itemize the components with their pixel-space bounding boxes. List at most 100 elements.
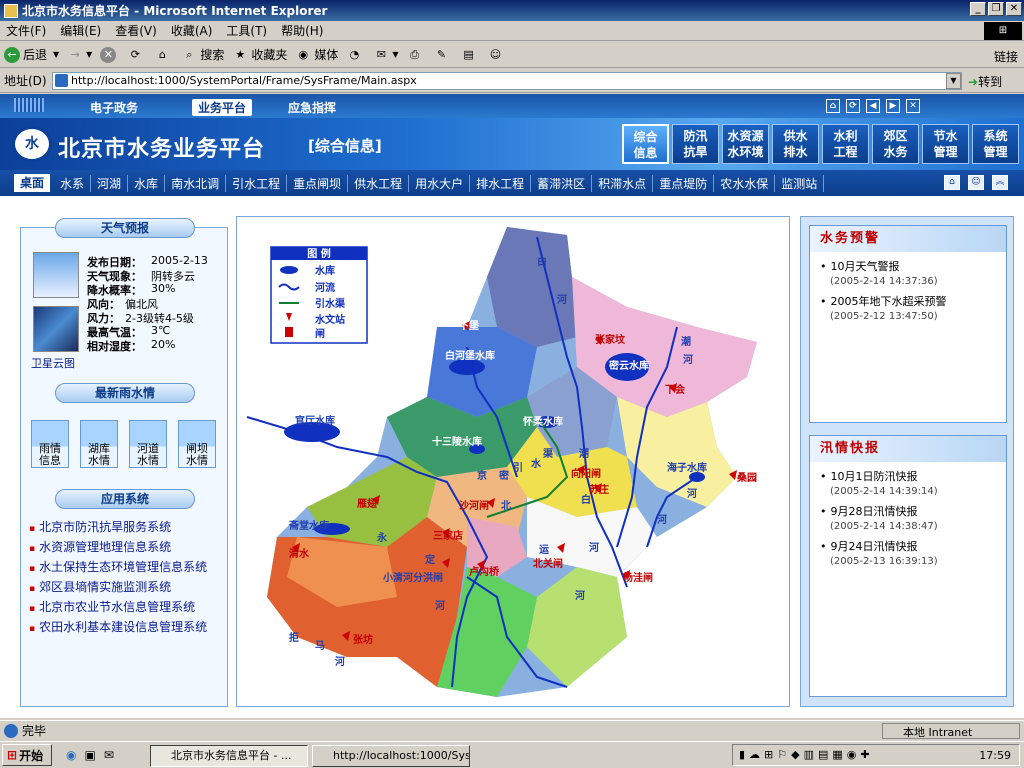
- module-system[interactable]: 系统 管理: [972, 124, 1019, 164]
- outlook-icon[interactable]: ✉: [104, 748, 114, 762]
- satellite-link[interactable]: 卫星云图: [31, 355, 75, 371]
- print-button[interactable]: ⎙: [407, 47, 426, 63]
- flood-item[interactable]: 9月28日汛情快报(2005-2-14 14:38:47): [810, 497, 1006, 532]
- cat-item[interactable]: 用水大户: [409, 174, 471, 192]
- system-link[interactable]: 农田水利基本建设信息管理系统: [29, 618, 207, 635]
- module-engineering[interactable]: 水利 工程: [822, 124, 869, 164]
- refresh-icon[interactable]: ⟳: [846, 99, 860, 113]
- warning-item[interactable]: 10月天气警报(2005-2-14 14:37:36): [810, 252, 1006, 287]
- map-label: 下会: [665, 383, 685, 396]
- go-button[interactable]: ➜转到: [968, 73, 1002, 90]
- home-icon[interactable]: ⌂: [944, 175, 960, 190]
- stop-button[interactable]: ✕: [100, 46, 119, 63]
- menu-edit[interactable]: 编辑(E): [60, 22, 101, 39]
- rain-info-button[interactable]: 雨情 信息: [31, 420, 69, 468]
- discuss-button[interactable]: ▤: [461, 47, 480, 63]
- flood-header: 汛情快报: [810, 436, 1006, 462]
- mail-button[interactable]: ✉ ▼: [373, 47, 399, 63]
- topnav-egov[interactable]: 电子政务: [90, 99, 138, 116]
- system-link[interactable]: 北京市农业节水信息管理系统: [29, 598, 195, 615]
- cat-item[interactable]: 排水工程: [470, 174, 532, 192]
- cat-item[interactable]: 重点闸坝: [287, 174, 349, 192]
- dam-info-button[interactable]: 闸坝 水情: [178, 420, 216, 468]
- cat-item[interactable]: 水系: [54, 174, 92, 192]
- menu-help[interactable]: 帮助(H): [281, 22, 323, 39]
- module-general[interactable]: 综合 信息: [622, 124, 669, 164]
- menu-file[interactable]: 文件(F): [6, 22, 46, 39]
- menu-favorites[interactable]: 收藏(A): [171, 22, 213, 39]
- desktop-icon[interactable]: ▣: [84, 748, 95, 762]
- forward-button[interactable]: → ▼: [67, 47, 93, 63]
- search-button[interactable]: ⌕ 搜索: [181, 46, 224, 63]
- module-suburban[interactable]: 郊区 水务: [872, 124, 919, 164]
- module-flood[interactable]: 防汛 抗旱: [672, 124, 719, 164]
- weather-cloud-icon[interactable]: [33, 252, 79, 298]
- lake-info-button[interactable]: 湖库 水情: [80, 420, 118, 468]
- back-icon[interactable]: ◀: [866, 99, 880, 113]
- map-label: 海子水库: [667, 461, 707, 474]
- cat-item[interactable]: 监测站: [775, 174, 825, 192]
- map-label: 永: [376, 531, 388, 544]
- start-button[interactable]: ⊞ 开始: [2, 744, 52, 766]
- task-ie-2[interactable]: http://localhost:1000/Sys...: [312, 745, 470, 767]
- map-label: 河: [683, 354, 693, 366]
- cat-item[interactable]: 蓄滞洪区: [531, 174, 593, 192]
- user-icon[interactable]: ☺: [968, 175, 984, 190]
- menu-tools[interactable]: 工具(T): [226, 22, 267, 39]
- edit-button[interactable]: ✎: [434, 47, 453, 63]
- map-label: 张坊: [353, 633, 373, 646]
- beijing-water-map[interactable]: 白 河 潮 河 下堡 白河堡水库 张家坟 密云水库 下会 官厅水库 十三陵水库 …: [237, 217, 789, 706]
- menu-view[interactable]: 查看(V): [115, 22, 157, 39]
- ie-quicklaunch-icon[interactable]: ◉: [66, 748, 76, 762]
- topnav-emergency[interactable]: 应急指挥: [288, 99, 336, 116]
- history-button[interactable]: ◔: [346, 47, 365, 63]
- cat-item[interactable]: 南水北调: [165, 174, 227, 192]
- systems-header: 应用系统: [55, 489, 195, 509]
- links-button[interactable]: 链接: [994, 48, 1018, 65]
- system-link[interactable]: 郊区县墒情实施监测系统: [29, 578, 171, 595]
- weather-value: 20%: [151, 338, 176, 351]
- refresh-button[interactable]: ⟳: [127, 47, 146, 63]
- minimize-button[interactable]: _: [970, 2, 986, 16]
- favorites-button[interactable]: ★ 收藏夹: [232, 46, 287, 63]
- satellite-icon[interactable]: [33, 306, 79, 352]
- module-saving[interactable]: 节水 管理: [922, 124, 969, 164]
- system-link[interactable]: 北京市防汛抗旱服务系统: [29, 518, 171, 535]
- system-link[interactable]: 水资源管理地理信息系统: [29, 538, 171, 555]
- address-input[interactable]: http://localhost:1000/SystemPortal/Frame…: [52, 72, 962, 90]
- mail-icon: ✉: [376, 47, 386, 61]
- task-ie-1[interactable]: 北京市水务信息平台 - ...: [150, 745, 308, 767]
- warning-item[interactable]: 2005年地下水超采预警(2005-2-12 13:47:50): [810, 287, 1006, 322]
- messenger-icon: ☺: [489, 47, 502, 61]
- flood-item[interactable]: 10月1日防汛快报(2005-2-14 14:39:14): [810, 462, 1006, 497]
- back-button[interactable]: ← 后退 ▼: [4, 46, 59, 63]
- cat-item[interactable]: 水库: [128, 174, 166, 192]
- cat-item[interactable]: 积滞水点: [592, 174, 654, 192]
- close-button[interactable]: ✕: [1006, 2, 1022, 16]
- cat-item[interactable]: 农水水保: [714, 174, 776, 192]
- forward-icon[interactable]: ▶: [886, 99, 900, 113]
- cat-item[interactable]: 重点堤防: [653, 174, 715, 192]
- module-supply[interactable]: 供水 排水: [772, 124, 819, 164]
- map-label: 密: [499, 469, 509, 482]
- river-info-button[interactable]: 河道 水情: [129, 420, 167, 468]
- flood-item[interactable]: 9月24日汛情快报(2005-2-13 16:39:13): [810, 532, 1006, 567]
- home-button[interactable]: ⌂: [154, 47, 173, 63]
- tray-icons[interactable]: ▮☁⊞⚐◆▥▤▦◉✚: [739, 748, 874, 761]
- close-icon[interactable]: ✕: [906, 99, 920, 113]
- cat-item[interactable]: 引水工程: [226, 174, 288, 192]
- collapse-icon[interactable]: ︽: [992, 175, 1008, 190]
- address-dropdown[interactable]: ▼: [946, 73, 961, 89]
- map-label: 三家店: [433, 529, 463, 542]
- topnav-business[interactable]: 业务平台: [192, 99, 253, 116]
- system-link[interactable]: 水土保持生态环境管理信息系统: [29, 558, 207, 575]
- media-button[interactable]: ◉ 媒体: [295, 46, 339, 63]
- home-icon[interactable]: ⌂: [826, 99, 840, 113]
- map-label: 河: [657, 514, 667, 526]
- cat-desktop[interactable]: 桌面: [14, 174, 51, 192]
- messenger-button[interactable]: ☺: [488, 47, 507, 63]
- cat-item[interactable]: 供水工程: [348, 174, 410, 192]
- cat-item[interactable]: 河湖: [91, 174, 129, 192]
- restore-button[interactable]: ❐: [988, 2, 1004, 16]
- module-resources[interactable]: 水资源 水环境: [722, 124, 769, 164]
